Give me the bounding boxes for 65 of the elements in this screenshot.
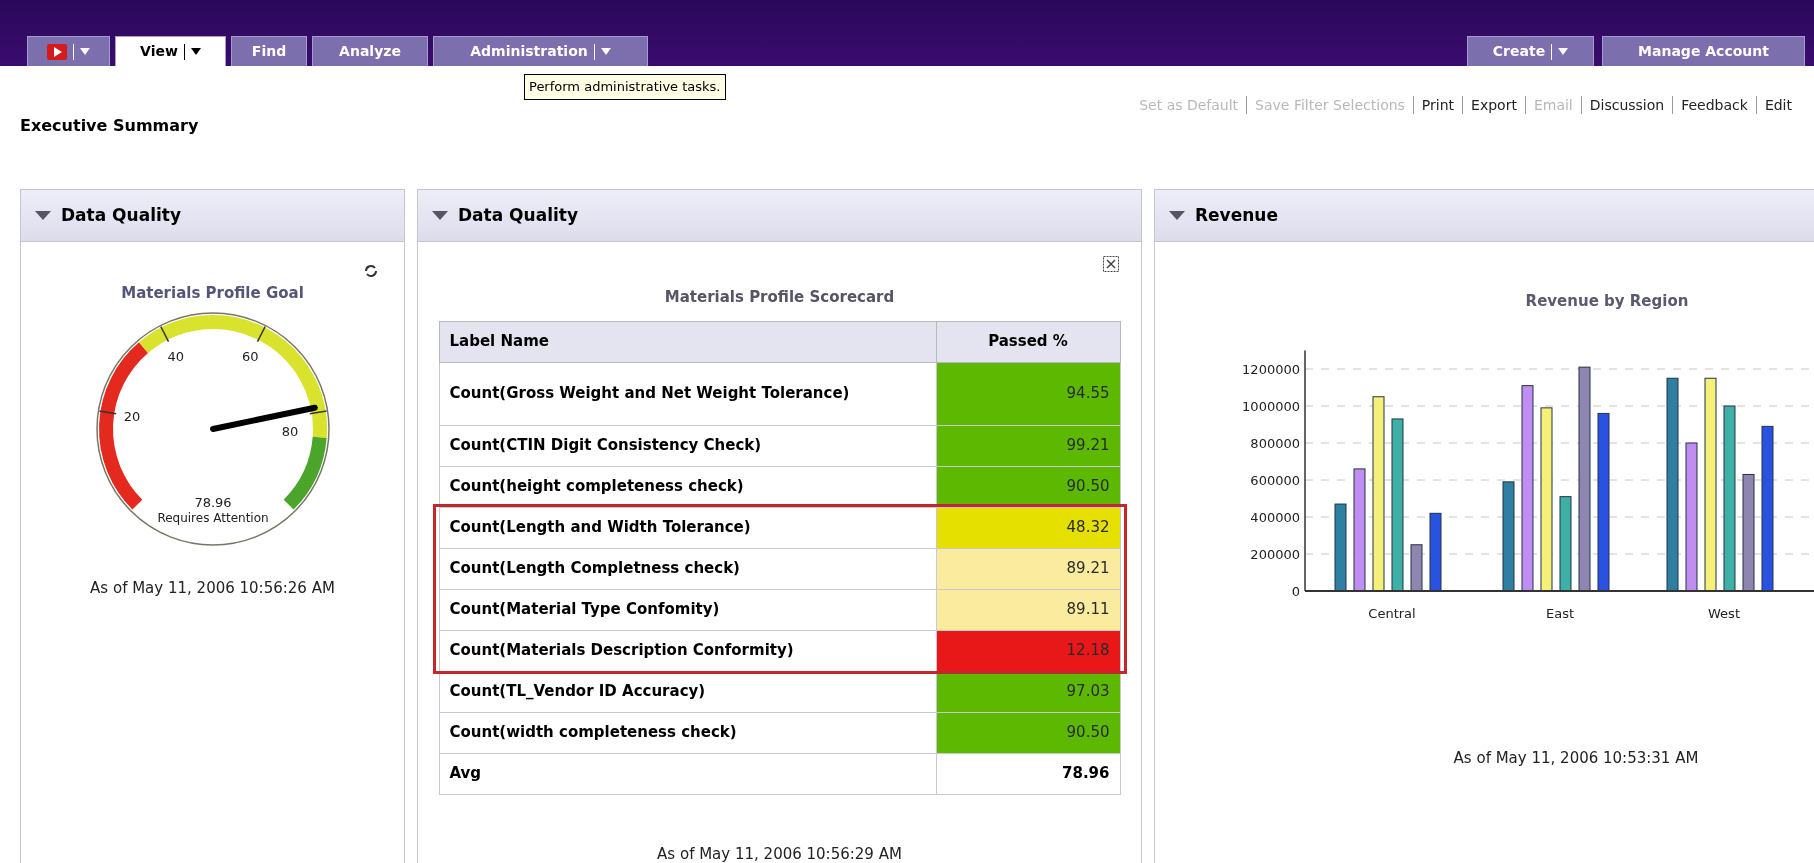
collapse-icon[interactable] bbox=[432, 210, 448, 221]
table-cell: Count(CTIN Digit Consistency Check) bbox=[439, 425, 936, 466]
nav-tab[interactable]: Create bbox=[1467, 36, 1594, 66]
table-cell: 90.50 bbox=[936, 712, 1120, 753]
y-tick-label: 400000 bbox=[1250, 510, 1300, 525]
gauge-tick-label: 40 bbox=[167, 348, 184, 364]
collapse-icon[interactable] bbox=[35, 210, 51, 221]
column-header: Label Name bbox=[439, 321, 936, 362]
column-header: Passed % bbox=[936, 321, 1120, 362]
x-tick-label: East bbox=[1545, 606, 1575, 621]
gauge-tick-label: 60 bbox=[241, 348, 258, 364]
timestamp: As of May 11, 2006 10:56:26 AM bbox=[90, 577, 335, 599]
nav-tab[interactable] bbox=[27, 36, 110, 66]
timestamp: As of May 11, 2006 10:56:29 AM bbox=[657, 843, 902, 863]
action-link[interactable]: Feedback bbox=[1672, 96, 1756, 114]
table-cell: Count(TL_Vendor ID Accuracy) bbox=[439, 671, 936, 712]
action-link[interactable]: Print bbox=[1412, 96, 1463, 114]
table-cell: 48.32 bbox=[936, 507, 1120, 548]
table-cell: Count(Material Type Confomity) bbox=[439, 589, 936, 630]
tooltip: Perform administrative tasks. bbox=[524, 74, 726, 100]
y-tick-label: 600000 bbox=[1250, 473, 1300, 488]
panel-title: Revenue bbox=[1195, 203, 1278, 227]
gauge-tick-label: 20 bbox=[123, 408, 140, 424]
gauge-value: 78.96 bbox=[193, 494, 232, 510]
table-cell: 99.21 bbox=[936, 425, 1120, 466]
table-cell: 94.55 bbox=[936, 362, 1120, 425]
page-title: Executive Summary bbox=[19, 115, 199, 137]
table-cell: Count(width completeness check) bbox=[439, 712, 936, 753]
y-tick-label: 800000 bbox=[1250, 436, 1300, 451]
table-cell: Count(Length and Width Tolerance) bbox=[439, 507, 936, 548]
collapse-icon[interactable] bbox=[1169, 210, 1185, 221]
timestamp: As of May 11, 2006 10:53:31 AM bbox=[1453, 748, 1699, 769]
maximize-icon[interactable] bbox=[1103, 256, 1119, 272]
table-cell: 78.96 bbox=[936, 753, 1120, 794]
y-tick-label: 200000 bbox=[1250, 547, 1300, 562]
refresh-icon[interactable] bbox=[364, 264, 378, 278]
x-tick-label: Central bbox=[1368, 606, 1416, 621]
action-link[interactable]: Edit bbox=[1755, 96, 1800, 114]
gauge-status: Requires Attention bbox=[156, 510, 269, 525]
table-cell: Count(Length Completness check) bbox=[439, 548, 936, 589]
table-cell: Avg bbox=[439, 753, 936, 794]
table-cell: 12.18 bbox=[936, 630, 1120, 671]
panel-title: Data Quality bbox=[458, 203, 578, 227]
table-cell: Count(Gross Weight and Net Weight Tolerance) bbox=[439, 362, 936, 425]
action-link[interactable]: Discussion bbox=[1580, 96, 1673, 114]
action-link[interactable]: Export bbox=[1462, 96, 1525, 114]
chart-title: Revenue by Region bbox=[1525, 292, 1689, 310]
y-tick-label: 1000000 bbox=[1242, 399, 1300, 414]
gauge-title: Materials Profile Goal bbox=[121, 283, 304, 304]
gauge-tick-label: 80 bbox=[281, 423, 298, 439]
table-cell: 89.21 bbox=[936, 548, 1120, 589]
table-cell: Count(Materials Description Conformity) bbox=[439, 630, 936, 671]
nav-tab[interactable]: View bbox=[115, 36, 226, 66]
nav-tab[interactable]: Administration bbox=[433, 36, 648, 66]
table-cell: 89.11 bbox=[936, 589, 1120, 630]
table-title: Materials Profile Scorecard bbox=[664, 287, 895, 308]
play-logo-icon bbox=[47, 43, 67, 60]
nav-tab[interactable]: Manage Account bbox=[1602, 36, 1805, 66]
x-tick-label: West bbox=[1708, 606, 1740, 621]
panel-title: Data Quality bbox=[61, 203, 181, 227]
nav-tab[interactable]: Analyze bbox=[312, 36, 428, 66]
y-tick-label: 1200000 bbox=[1242, 362, 1300, 377]
nav-tab[interactable]: Find bbox=[231, 36, 307, 66]
y-tick-label: 0 bbox=[1291, 584, 1300, 599]
table-cell: Count(height completeness check) bbox=[439, 466, 936, 507]
